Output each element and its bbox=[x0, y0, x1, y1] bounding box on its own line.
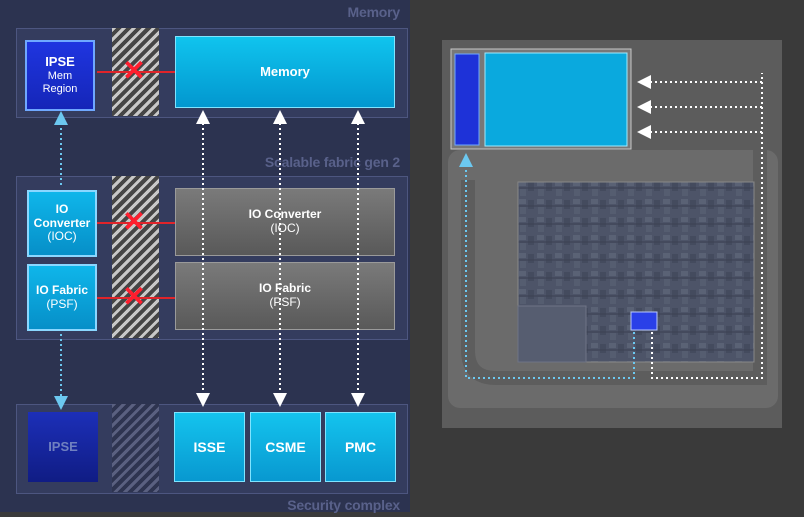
die-photo-panel bbox=[410, 0, 804, 512]
ipse-highlight bbox=[630, 311, 658, 331]
architecture-diagram: Memory Scalable fabric gen 2 Security co… bbox=[0, 0, 410, 513]
die-shot-illustration bbox=[442, 40, 782, 428]
compute-die-quadrant bbox=[517, 305, 587, 363]
connection-arrows bbox=[54, 110, 365, 410]
die-ipse-region bbox=[454, 53, 480, 146]
die-memory-block bbox=[484, 52, 628, 147]
